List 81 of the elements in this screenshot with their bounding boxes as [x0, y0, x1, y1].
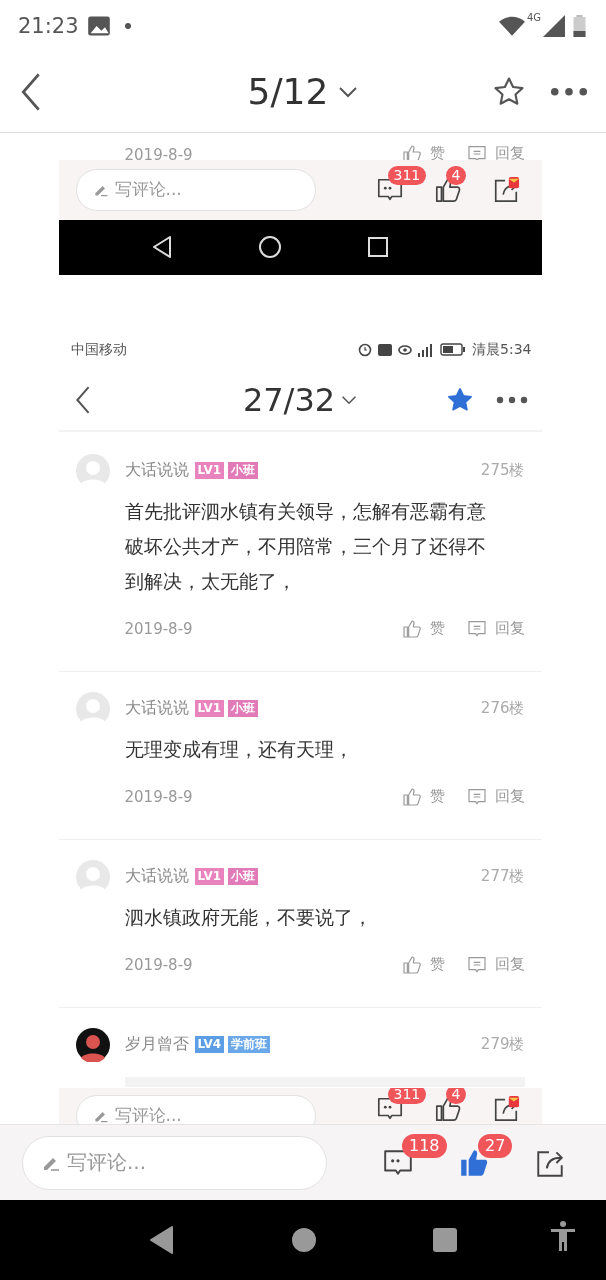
level-tag: LV1 — [194, 868, 225, 886]
like-button[interactable]: 赞 — [401, 143, 445, 160]
chevron-down-icon — [338, 85, 359, 98]
comment-date: 2019-8-9 — [124, 787, 193, 806]
reply-button[interactable]: 回复 — [466, 143, 525, 160]
like-button[interactable]: 赞 — [401, 618, 445, 639]
reply-button[interactable]: 回复 — [466, 954, 525, 975]
reply-button[interactable]: 回复 — [466, 618, 525, 639]
user-name[interactable]: 大话说说 — [124, 460, 189, 482]
comment-placeholder: 写评论... — [67, 1149, 147, 1177]
avatar[interactable] — [75, 1027, 110, 1062]
comment-text: 泗水镇政府无能，不要说了， — [124, 904, 373, 930]
level-tag: LV1 — [194, 700, 225, 718]
more-icon[interactable] — [550, 87, 588, 97]
comment-text: 首先批评泗水镇有关领导，怎解有恶霸有意破坏公共才产，不用陪常，三个月了还得不到解决，太无能了， — [124, 498, 487, 594]
comment-field[interactable]: 写评论... — [75, 1094, 316, 1125]
user-name[interactable]: 岁月曾否 — [124, 1034, 189, 1056]
comment-icon — [466, 954, 487, 975]
image-icon — [86, 13, 111, 38]
floor-number: 275楼 — [480, 461, 525, 481]
back-icon[interactable] — [74, 384, 91, 415]
alarm-icon — [358, 342, 373, 357]
comment-icon — [466, 786, 487, 807]
count-badge: 27 — [478, 1133, 513, 1158]
status-time: 21:23 — [18, 13, 79, 38]
network-type: 4G — [526, 12, 541, 23]
back-triangle-icon[interactable] — [148, 1225, 176, 1256]
reply-button[interactable]: 回复 — [466, 786, 525, 807]
count-badge: 4 — [445, 1087, 467, 1104]
level-tag: 小班 — [228, 462, 259, 480]
level-tag: 小班 — [228, 700, 259, 718]
level-tag: LV1 — [194, 462, 225, 480]
comment-icon — [466, 618, 487, 639]
level-tag: 学前班 — [228, 1036, 271, 1054]
battery-icon — [573, 14, 586, 37]
signal-icon — [418, 342, 435, 357]
thumbs-up-icon — [401, 954, 422, 975]
page-selector[interactable]: 27/32 — [242, 380, 358, 419]
comment-date: 2019-8-9 — [124, 619, 193, 638]
count-badge: 4 — [445, 165, 467, 185]
floor-number: 277楼 — [480, 867, 525, 887]
recents-square-icon[interactable] — [432, 1227, 458, 1254]
count-badge: 118 — [402, 1133, 447, 1158]
page-selector[interactable]: 5/12 — [247, 71, 359, 113]
back-triangle-icon[interactable] — [151, 235, 173, 260]
comment-placeholder: 写评论... — [114, 178, 182, 202]
comment-date: 2019-8-9 — [124, 955, 193, 974]
notification-dot — [124, 22, 131, 29]
user-name[interactable]: 大话说说 — [124, 698, 189, 720]
comment-icon — [466, 143, 487, 160]
comment-placeholder: 写评论... — [114, 1104, 182, 1125]
comment-text: 无理变成有理，还有天理， — [124, 736, 354, 762]
comment-field[interactable]: 写评论... — [75, 168, 316, 211]
thumbs-up-icon — [401, 143, 422, 160]
comment-date: 2019-8-9 — [124, 145, 193, 160]
recents-square-icon[interactable] — [367, 236, 389, 259]
floor-number: 279楼 — [480, 1035, 525, 1055]
status-time: 清晨5:34 — [472, 340, 532, 359]
like-button[interactable]: 赞 — [401, 786, 445, 807]
signal-icon — [543, 14, 565, 37]
home-circle-icon[interactable] — [291, 1227, 317, 1254]
comment-field[interactable]: 写评论... — [22, 1135, 327, 1190]
accessibility-icon[interactable] — [550, 1220, 576, 1253]
more-icon[interactable] — [495, 395, 528, 404]
count-badge: 311 — [387, 1087, 427, 1104]
home-circle-icon[interactable] — [258, 235, 282, 260]
level-tag: LV4 — [194, 1036, 225, 1054]
thumbs-up-icon — [401, 618, 422, 639]
back-icon[interactable] — [20, 71, 42, 112]
battery-icon — [440, 343, 467, 357]
floor-number: 276楼 — [480, 699, 525, 719]
carrier-name: 中国移动 — [70, 340, 127, 359]
thumbs-up-icon — [401, 786, 422, 807]
hd-icon — [378, 343, 393, 356]
count-badge: 311 — [387, 165, 427, 185]
like-button[interactable]: 赞 — [401, 954, 445, 975]
user-name[interactable]: 大话说说 — [124, 866, 189, 888]
level-tag: 小班 — [228, 868, 259, 886]
chevron-down-icon — [341, 394, 358, 405]
wifi-icon — [498, 15, 525, 36]
eye-icon — [398, 344, 413, 355]
